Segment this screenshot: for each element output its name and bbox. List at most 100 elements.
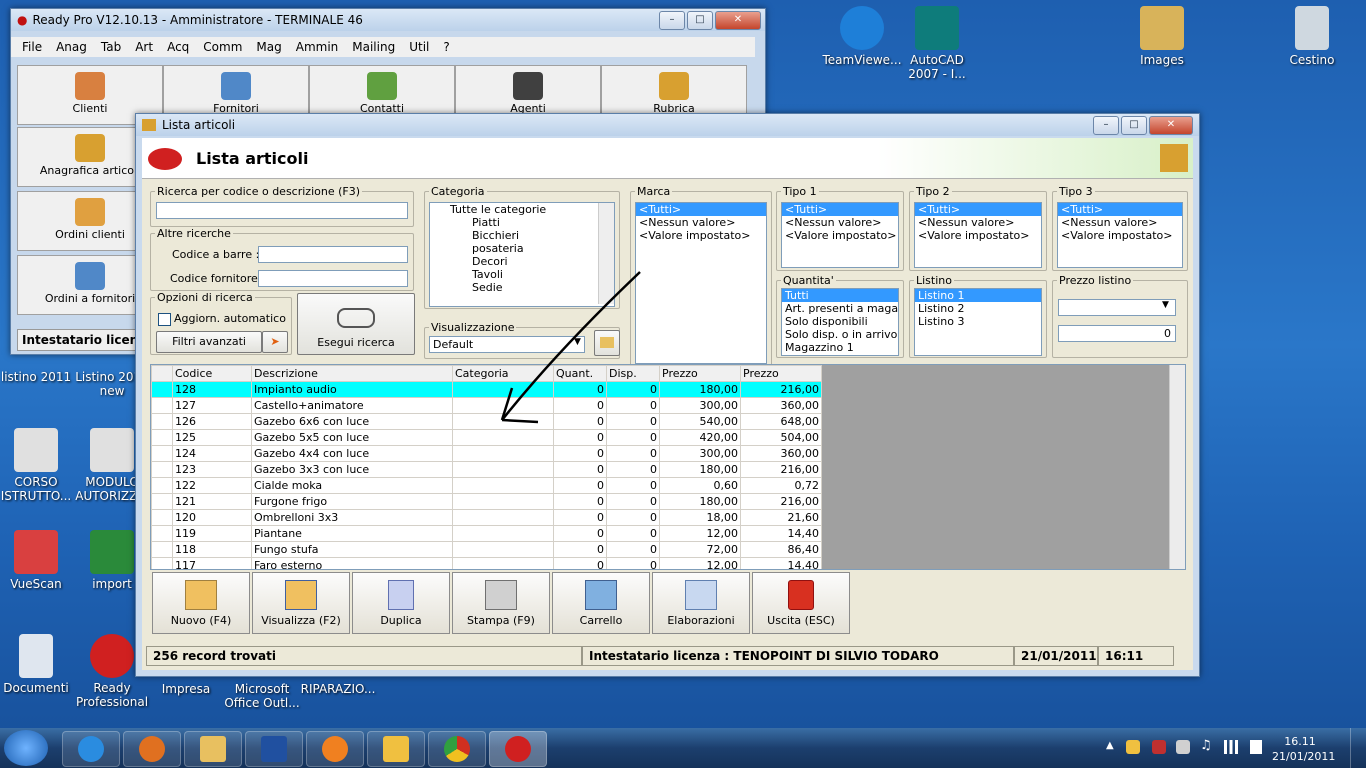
menu-acq[interactable]: Acq: [160, 40, 196, 54]
list-item[interactable]: <Nessun valore>: [1058, 216, 1182, 229]
minimize-button[interactable]: –: [659, 11, 685, 30]
stampa-button[interactable]: Stampa (F9): [452, 572, 550, 634]
desktop-icon-riparazio[interactable]: RIPARAZIO...: [298, 682, 378, 696]
lista-titlebar[interactable]: Lista articoli: [136, 114, 1199, 136]
list-item[interactable]: <Valore impostato>: [1058, 229, 1182, 242]
desktop-icon-autocad[interactable]: AutoCAD 2007 - I...: [897, 6, 977, 81]
table-row[interactable]: 118 Fungo stufa 0 0 72,00 86,40: [151, 541, 822, 558]
row-selector[interactable]: [151, 541, 173, 558]
close-button[interactable]: ✕: [715, 11, 761, 30]
column-header[interactable]: Descrizione: [251, 365, 453, 382]
list-item[interactable]: <Valore impostato>: [636, 229, 766, 242]
taskbar-item-chrome[interactable]: [428, 731, 486, 767]
list-item[interactable]: <Valore impostato>: [915, 229, 1041, 242]
desktop-icon-teamviewer[interactable]: TeamViewe...: [822, 6, 902, 67]
list-item[interactable]: <Nessun valore>: [636, 216, 766, 229]
tipo2-list[interactable]: <Tutti> <Nessun valore> <Valore impostat…: [914, 202, 1042, 268]
desktop-icon-cestino[interactable]: Cestino: [1272, 6, 1352, 67]
quantita-list[interactable]: Tutti Art. presenti a magaz Solo disponi…: [781, 288, 899, 356]
taskbar-item-explorer[interactable]: [184, 731, 242, 767]
tree-item[interactable]: Piatti: [430, 216, 614, 229]
nuovo-button[interactable]: Nuovo (F4): [152, 572, 250, 634]
desktop-icon-listino[interactable]: listino 2011: [0, 370, 76, 384]
table-row[interactable]: 120 Ombrelloni 3x3 0 0 18,00 21,60: [151, 509, 822, 526]
row-selector[interactable]: [151, 445, 173, 462]
menu-mag[interactable]: Mag: [249, 40, 288, 54]
tray-expand-icon[interactable]: ▲: [1106, 740, 1114, 751]
desktop-icon-images[interactable]: Images: [1122, 6, 1202, 67]
column-header[interactable]: Codice: [172, 365, 252, 382]
grid-scrollbar[interactable]: [1169, 365, 1185, 569]
column-header[interactable]: Prezzo: [740, 365, 822, 382]
menu-tab[interactable]: Tab: [94, 40, 128, 54]
row-selector[interactable]: [151, 525, 173, 542]
table-row[interactable]: 124 Gazebo 4x4 con luce 0 0 300,00 360,0…: [151, 445, 822, 462]
menu-art[interactable]: Art: [128, 40, 160, 54]
clock[interactable]: 16.11 21/01/2011: [1272, 734, 1335, 764]
tray-device-icon[interactable]: [1176, 740, 1190, 754]
list-item[interactable]: Solo disp. o in arrivo: [782, 328, 898, 341]
maximize-button[interactable]: □: [1121, 116, 1147, 135]
tree-item[interactable]: posateria: [430, 242, 614, 255]
list-item[interactable]: Magazzino 1: [782, 341, 898, 354]
list-item[interactable]: Solo disponibili: [782, 315, 898, 328]
listino-list[interactable]: Listino 1 Listino 2 Listino 3: [914, 288, 1042, 356]
tree-item[interactable]: Bicchieri: [430, 229, 614, 242]
taskbar-item-outlook[interactable]: [367, 731, 425, 767]
esegui-ricerca-button[interactable]: Esegui ricerca: [297, 293, 415, 355]
row-selector[interactable]: [151, 477, 173, 494]
list-item[interactable]: <Nessun valore>: [782, 216, 898, 229]
list-item[interactable]: Listino 1: [915, 289, 1041, 302]
main-window-titlebar[interactable]: ● Ready Pro V12.10.13 - Amministratore -…: [11, 9, 765, 31]
uscita-button[interactable]: Uscita (ESC): [752, 572, 850, 634]
desktop-icon-impresa[interactable]: Impresa: [146, 682, 226, 696]
row-selector[interactable]: [151, 429, 173, 446]
taskbar-item-firefox[interactable]: [123, 731, 181, 767]
volume-icon[interactable]: ♫: [1200, 738, 1212, 753]
elaborazioni-button[interactable]: Elaborazioni: [652, 572, 750, 634]
action-center-flag-icon[interactable]: [1250, 740, 1262, 754]
table-row[interactable]: 121 Furgone frigo 0 0 180,00 216,00: [151, 493, 822, 510]
table-row[interactable]: 123 Gazebo 3x3 con luce 0 0 180,00 216,0…: [151, 461, 822, 478]
desktop-icon-outlook[interactable]: Microsoft Office Outl...: [222, 682, 302, 710]
tray-outlook-icon[interactable]: [1126, 740, 1140, 754]
tipo1-list[interactable]: <Tutti> <Nessun valore> <Valore impostat…: [781, 202, 899, 268]
visualizza-button[interactable]: Visualizza (F2): [252, 572, 350, 634]
tree-item[interactable]: Tutte le categorie: [430, 203, 614, 216]
list-item[interactable]: Listino 3: [915, 315, 1041, 328]
search-input[interactable]: [156, 202, 408, 219]
list-item[interactable]: Tutti: [782, 289, 898, 302]
auto-update-checkbox[interactable]: [158, 313, 171, 326]
column-header[interactable]: Prezzo: [659, 365, 741, 382]
row-selector[interactable]: [151, 413, 173, 430]
list-item[interactable]: Listino 2: [915, 302, 1041, 315]
list-item[interactable]: <Tutti>: [782, 203, 898, 216]
tray-flag-icon[interactable]: [1152, 740, 1166, 754]
prezzo-listino-select[interactable]: [1058, 299, 1176, 316]
maximize-button[interactable]: □: [687, 11, 713, 30]
menu-comm[interactable]: Comm: [196, 40, 249, 54]
desktop-icon-documenti[interactable]: Documenti: [0, 634, 76, 695]
close-button[interactable]: ✕: [1149, 116, 1193, 135]
prezzo-listino-value[interactable]: 0: [1058, 325, 1176, 342]
row-selector[interactable]: [151, 381, 173, 398]
list-item[interactable]: <Tutti>: [915, 203, 1041, 216]
show-desktop-button[interactable]: [1350, 728, 1366, 768]
taskbar-item-readypro[interactable]: [489, 731, 547, 767]
advanced-filters-button[interactable]: Filtri avanzati: [156, 331, 262, 353]
list-item[interactable]: <Tutti>: [1058, 203, 1182, 216]
desktop-icon-corso[interactable]: CORSO ISTRUTTO...: [0, 428, 76, 503]
row-selector[interactable]: [151, 509, 173, 526]
desktop-icon-vuescan[interactable]: VueScan: [0, 530, 76, 591]
minimize-button[interactable]: –: [1093, 116, 1119, 135]
taskbar-item-bc[interactable]: [245, 731, 303, 767]
row-selector[interactable]: [151, 397, 173, 414]
menu-anag[interactable]: Anag: [49, 40, 94, 54]
barcode-input[interactable]: [258, 246, 408, 263]
row-selector[interactable]: [151, 493, 173, 510]
menu-ammin[interactable]: Ammin: [289, 40, 346, 54]
network-icon[interactable]: [1224, 740, 1238, 754]
filter-clear-button[interactable]: ➤: [262, 331, 288, 353]
table-row[interactable]: 122 Cialde moka 0 0 0,60 0,72: [151, 477, 822, 494]
start-button[interactable]: [4, 730, 48, 766]
